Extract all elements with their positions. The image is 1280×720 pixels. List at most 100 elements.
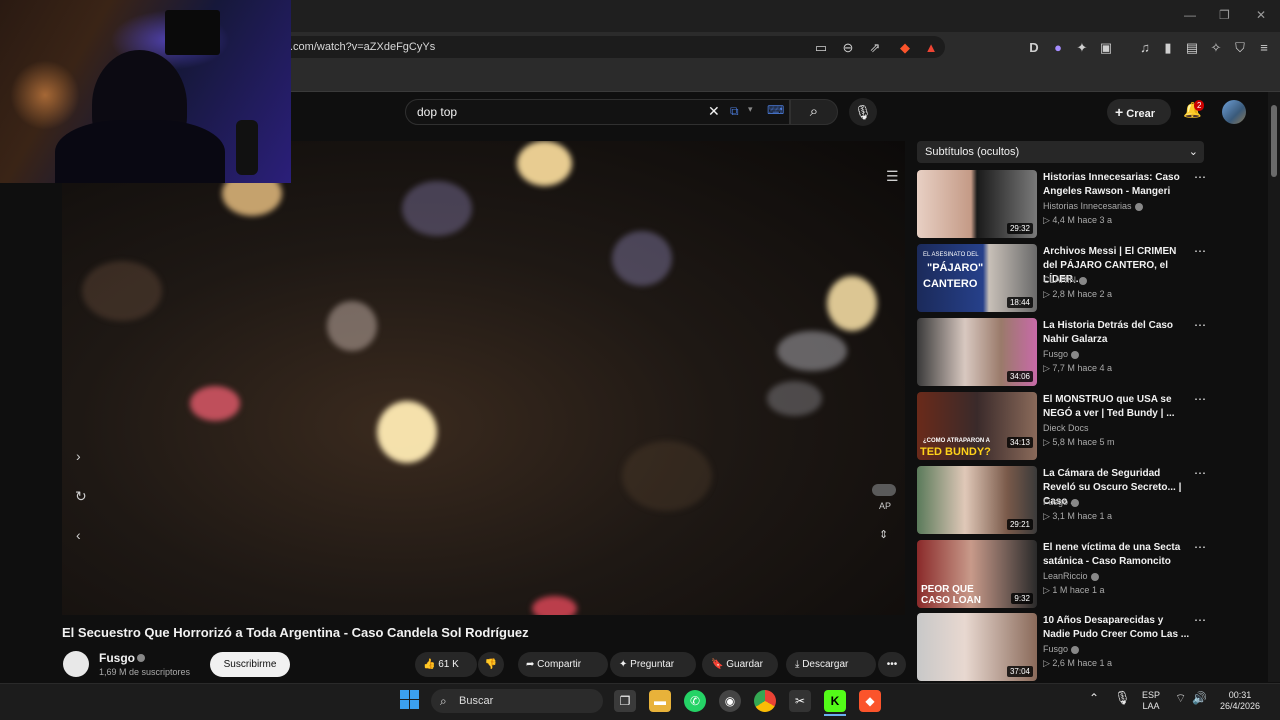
more-actions-button[interactable]: ••• <box>878 652 906 677</box>
recommendation-title[interactable]: La Historia Detrás del Caso Nahir Galarz… <box>1043 319 1193 347</box>
autoplay-toggle[interactable] <box>872 484 896 496</box>
more-icon[interactable]: ⋯ <box>1194 613 1206 627</box>
windows-start-icon[interactable] <box>400 690 420 710</box>
recommendation-title[interactable]: El nene víctima de una Secta satánica - … <box>1043 541 1193 569</box>
ask-button[interactable]: ✦ Preguntar <box>610 652 696 677</box>
scrollbar-thumb[interactable] <box>1271 105 1277 177</box>
save-button[interactable]: 🔖 Guardar <box>702 652 778 677</box>
zoom-icon[interactable]: ⊖ <box>840 40 856 56</box>
translate-icon[interactable]: ⧉ <box>730 104 739 119</box>
channel-name[interactable]: Fusgo <box>99 651 135 665</box>
input-tools-icon[interactable]: ⌨ <box>767 103 784 117</box>
recommendation-channel: Fusgo <box>1043 644 1080 654</box>
obs-icon[interactable]: ◉ <box>719 690 741 712</box>
kick-icon[interactable]: K <box>824 690 846 712</box>
clock-time: 00:31 <box>1228 690 1252 700</box>
video-thumbnail[interactable]: 34:06 <box>917 318 1037 386</box>
video-thumbnail[interactable]: EL ASESINATO DEL "PÁJARO" CANTERO 18:44 <box>917 244 1037 312</box>
media-icon[interactable]: ♫ <box>1137 40 1153 55</box>
microphone-icon[interactable]: 🎙 <box>1114 691 1131 704</box>
task-view-icon[interactable]: ❐ <box>614 690 636 712</box>
list-item[interactable]: 34:06 La Historia Detrás del Caso Nahir … <box>917 318 1207 386</box>
more-icon[interactable]: ⋯ <box>1194 318 1206 332</box>
recommendation-title[interactable]: 10 Años Desaparecidas y Nadie Pudo Creer… <box>1043 614 1193 642</box>
create-label: Crear <box>1126 108 1155 120</box>
more-icon[interactable]: ⋯ <box>1194 170 1206 184</box>
download-button[interactable]: ⤓ Descargar <box>786 652 876 677</box>
list-item[interactable]: 29:21 La Cámara de Seguridad Reveló su O… <box>917 466 1207 534</box>
search-input-value[interactable]: dop top <box>417 105 457 119</box>
more-icon[interactable]: ⋯ <box>1194 392 1206 406</box>
chevron-right-icon[interactable]: › <box>76 448 81 464</box>
recommendation-channel: Fusgo <box>1043 349 1080 359</box>
list-item[interactable]: 29:32 Historias Innecesarias: Caso Angel… <box>917 170 1207 238</box>
voice-search-button[interactable]: 🎙 <box>849 98 877 126</box>
extension-d-icon[interactable]: D <box>1026 40 1042 55</box>
verified-icon <box>1090 572 1099 581</box>
extension-r-icon[interactable]: ● <box>1050 40 1066 55</box>
brave-shield-icon[interactable]: ◆ <box>897 40 913 56</box>
leo-ai-icon[interactable]: ✧ <box>1208 40 1224 56</box>
search-button[interactable]: ⌕ <box>790 99 838 125</box>
more-icon[interactable]: ⋯ <box>1194 244 1206 258</box>
sidebar-toggle-icon[interactable]: ▮ <box>1160 40 1176 56</box>
video-thumbnail[interactable]: PEOR QUE CASO LOAN 9:32 <box>917 540 1037 608</box>
more-icon[interactable]: ⋯ <box>1194 466 1206 480</box>
menu-icon[interactable]: ≡ <box>1256 40 1272 55</box>
recommendation-title[interactable]: Historias Innecesarias: Caso Angeles Raw… <box>1043 171 1193 199</box>
dislike-button[interactable]: 👎 <box>478 652 504 677</box>
brave-icon[interactable]: ◆ <box>859 690 881 712</box>
share-button[interactable]: ➦ Compartir <box>518 652 608 677</box>
sparkle-icon: ✦ <box>619 659 628 670</box>
expand-icon[interactable]: ⇕ <box>879 528 888 541</box>
video-thumbnail[interactable]: 29:21 <box>917 466 1037 534</box>
refresh-icon[interactable]: ↻ <box>75 488 87 505</box>
brave-rewards-icon[interactable]: ▲ <box>923 40 939 55</box>
duration-badge: 34:13 <box>1006 437 1033 448</box>
list-item[interactable]: PEOR QUE CASO LOAN 9:32 El nene víctima … <box>917 540 1207 608</box>
maximize-icon[interactable]: ❐ <box>1219 8 1230 22</box>
plus-icon: + <box>1115 104 1124 120</box>
scrollbar[interactable] <box>1268 92 1280 682</box>
clock[interactable]: 00:31 26/4/2026 <box>1214 690 1266 712</box>
recommendation-title[interactable]: El MONSTRUO que USA se NEGÓ a ver | Ted … <box>1043 393 1193 421</box>
share-page-icon[interactable]: ⇗ <box>867 40 883 56</box>
subscribe-button[interactable]: Suscribirme <box>210 652 290 677</box>
extensions-puzzle-icon[interactable]: ✦ <box>1074 40 1090 56</box>
chevron-up-icon[interactable]: ⌃ <box>1089 692 1099 704</box>
file-explorer-icon[interactable]: ▬ <box>649 690 671 712</box>
list-item[interactable]: ¿COMO ATRAPARON A TED BUNDY? 34:13 El MO… <box>917 392 1207 460</box>
list-item[interactable]: 37:04 10 Años Desaparecidas y Nadie Pudo… <box>917 613 1207 681</box>
more-icon[interactable]: ⋯ <box>1194 540 1206 554</box>
like-button[interactable]: 👍 61 K <box>415 652 477 677</box>
subtitles-dropdown[interactable]: Subtítulos (ocultos) ⌄ <box>917 141 1204 163</box>
wifi-icon[interactable]: ⌔ <box>1175 692 1186 704</box>
video-player[interactable] <box>62 141 905 615</box>
whatsapp-icon[interactable]: ✆ <box>684 690 706 712</box>
language-indicator[interactable]: ESP LAA <box>1137 690 1165 712</box>
minimize-icon[interactable]: — <box>1184 8 1196 22</box>
clear-search-icon[interactable]: ✕ <box>708 103 720 120</box>
create-button[interactable]: + Crear <box>1107 99 1171 125</box>
wallet-icon[interactable]: ▤ <box>1184 40 1200 56</box>
thumbs-down-icon: 👎 <box>484 659 498 670</box>
video-thumbnail[interactable]: 29:32 <box>917 170 1037 238</box>
video-thumbnail[interactable]: ¿COMO ATRAPARON A TED BUNDY? 34:13 <box>917 392 1037 460</box>
cast-icon[interactable]: ▭ <box>813 40 829 56</box>
vpn-icon[interactable]: ⛉ <box>1232 40 1248 56</box>
capcut-icon[interactable]: ✂ <box>789 690 811 712</box>
chevron-down-icon[interactable]: ▾ <box>748 104 753 115</box>
taskbar-search[interactable]: ⌕ Buscar <box>431 689 603 713</box>
channel-avatar[interactable] <box>63 651 89 677</box>
close-window-icon[interactable]: ✕ <box>1256 8 1266 22</box>
bookmark-icon: 🔖 <box>711 659 724 670</box>
account-avatar[interactable] <box>1222 100 1246 124</box>
list-item[interactable]: EL ASESINATO DEL "PÁJARO" CANTERO 18:44 … <box>917 244 1207 312</box>
volume-icon[interactable]: 🔊 <box>1192 692 1207 704</box>
chrome-icon[interactable] <box>754 690 776 712</box>
tab-manager-icon[interactable]: ▣ <box>1098 40 1114 56</box>
playlist-menu-icon[interactable]: ☰ <box>886 168 899 185</box>
video-thumbnail[interactable]: 37:04 <box>917 613 1037 681</box>
chevron-left-icon[interactable]: ‹ <box>76 527 81 543</box>
url-text[interactable]: .com/watch?v=aZXdeFgCyYs <box>290 41 435 53</box>
